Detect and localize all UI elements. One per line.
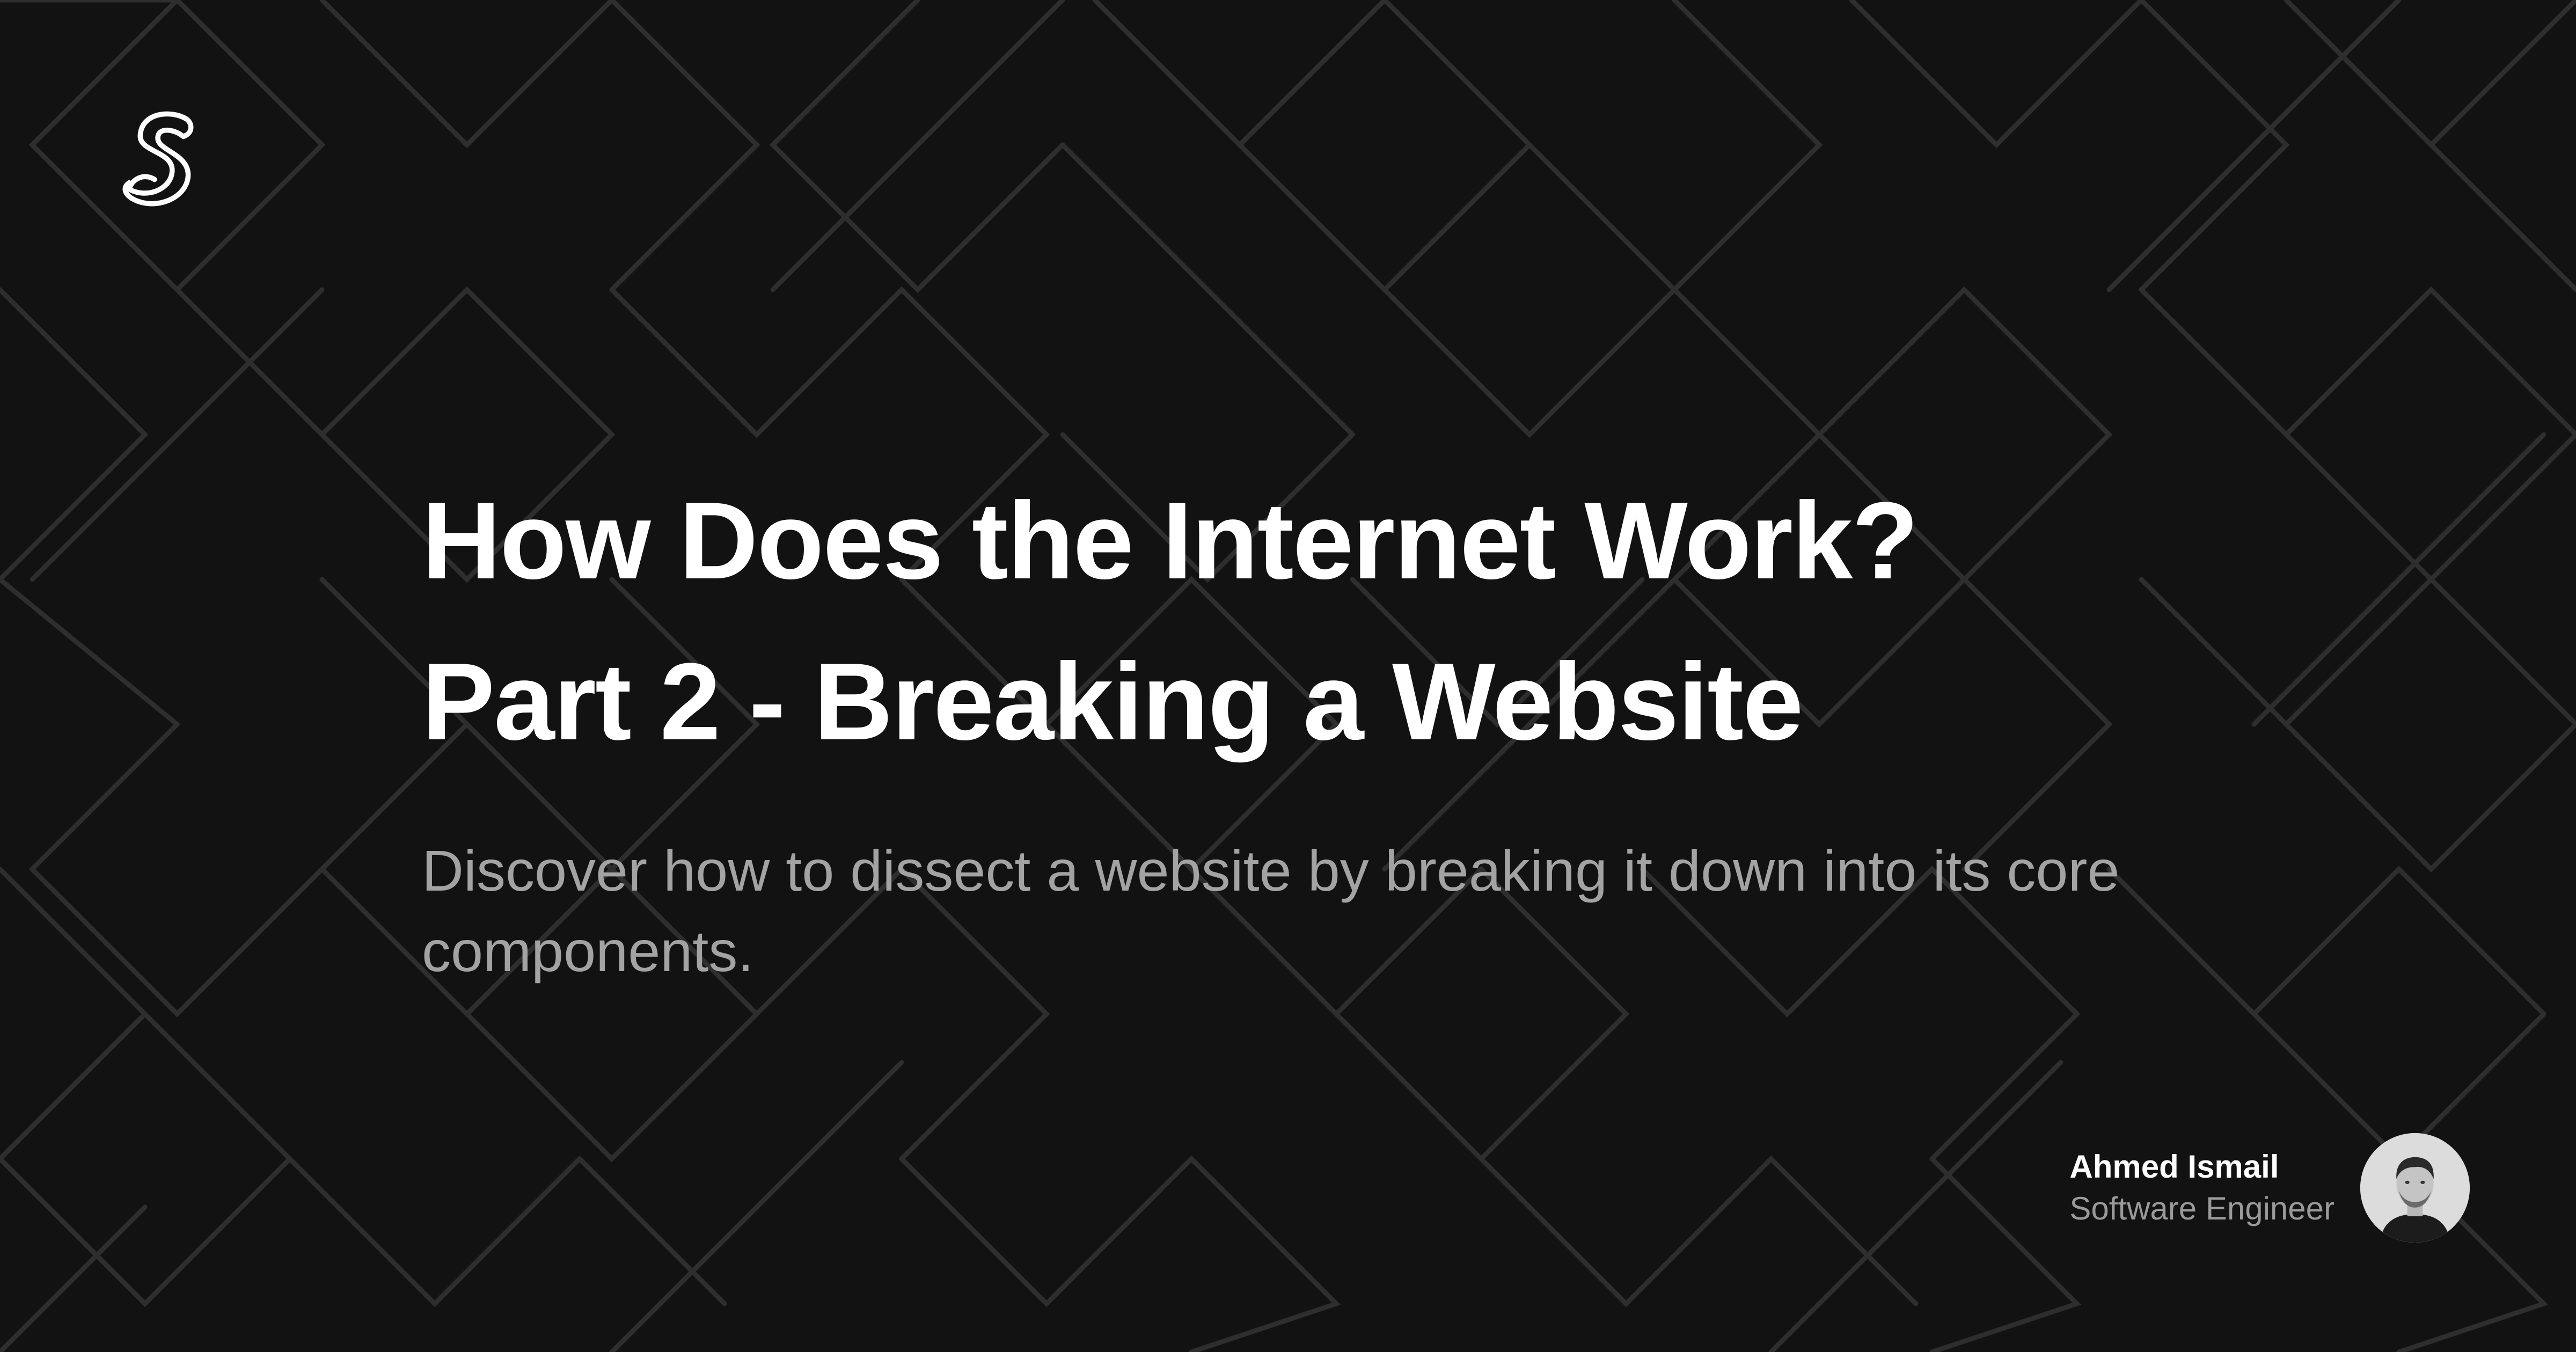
article-description: Discover how to dissect a website by bre… — [422, 838, 2120, 983]
article-title: How Does the Internet Work? Part 2 - Bre… — [422, 460, 2300, 782]
author-name: Ahmed Ismail — [2069, 1149, 2279, 1185]
article-title-line-1: How Does the Internet Work? — [422, 480, 1919, 602]
avatar-portrait-icon — [2360, 1133, 2470, 1243]
author-role: Software Engineer — [2069, 1191, 2334, 1226]
s-logo-icon — [122, 111, 194, 207]
og-card: How Does the Internet Work? Part 2 - Bre… — [0, 0, 2576, 1352]
author-info: Ahmed Ismail Software Engineer — [2069, 1146, 2334, 1230]
author-avatar — [2360, 1133, 2470, 1243]
article-title-line-2: Part 2 - Breaking a Website — [422, 641, 1804, 763]
